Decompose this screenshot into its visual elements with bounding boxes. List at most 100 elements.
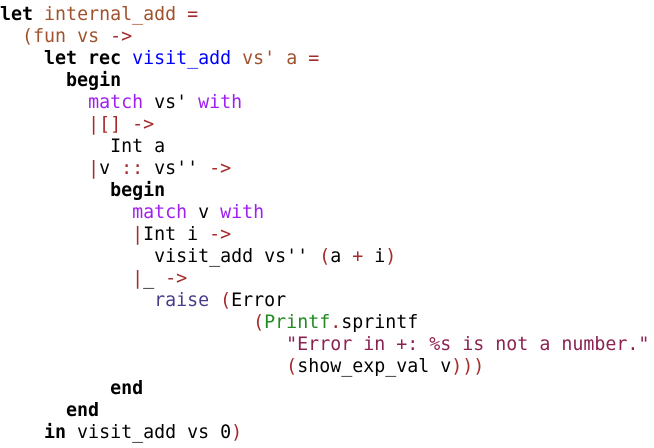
code-token: "Error in +: %s is not a number." <box>286 334 650 355</box>
code-token: -> <box>110 26 133 47</box>
code-token: end <box>110 378 144 399</box>
code-token: Printf <box>264 312 331 333</box>
code-token: -> <box>209 224 232 245</box>
code-line: begin <box>0 70 121 92</box>
code-token: vs' <box>143 92 199 113</box>
code-token: visit_add vs'' <box>154 246 320 267</box>
code-token: + <box>352 246 364 267</box>
code-token: = <box>187 4 199 25</box>
code-token: Int a <box>110 136 166 157</box>
code-token: :: <box>121 158 144 179</box>
code-line: |_ -> <box>0 268 187 290</box>
code-token: in <box>44 422 67 443</box>
code-token: match <box>88 92 144 113</box>
code-token: begin <box>110 180 166 201</box>
code-line: (fun vs -> <box>0 26 132 48</box>
code-token: vs <box>77 26 100 47</box>
code-token: vs' <box>242 48 276 69</box>
code-token: . <box>330 312 342 333</box>
code-token: ))) <box>451 356 485 377</box>
code-token: ( <box>286 356 298 377</box>
code-line: |v :: vs'' -> <box>0 158 231 180</box>
code-token: ( <box>253 312 265 333</box>
code-token: ) <box>231 422 243 443</box>
code-token: Error <box>231 290 287 311</box>
code-line: "Error in +: %s is not a number." <box>0 334 649 356</box>
code-token: v <box>187 202 221 223</box>
code-line: let internal_add = <box>0 4 198 26</box>
code-line: end <box>0 400 99 422</box>
code-token: | <box>88 158 100 179</box>
code-token: v <box>99 158 122 179</box>
code-token: ) <box>385 246 397 267</box>
code-token: a <box>286 48 298 69</box>
code-token: begin <box>66 70 122 91</box>
code-token: (fun <box>22 26 67 47</box>
code-line: let rec visit_add vs' a = <box>0 48 319 70</box>
code-token: with <box>198 92 243 113</box>
code-token: -> <box>165 268 188 289</box>
code-token: match <box>132 202 188 223</box>
code-token: ( <box>319 246 331 267</box>
code-line: |Int i -> <box>0 224 231 246</box>
code-token: | <box>132 268 144 289</box>
code-token: vs'' <box>143 158 210 179</box>
code-token: with <box>220 202 265 223</box>
code-line: Int a <box>0 136 165 158</box>
code-line: raise (Error <box>0 290 286 312</box>
code-token: internal_add <box>44 4 177 25</box>
code-line: |[] -> <box>0 114 154 136</box>
code-token: -> <box>209 158 232 179</box>
code-editor[interactable]: let internal_add = (fun vs -> let rec vi… <box>0 0 654 448</box>
code-token: a <box>330 246 353 267</box>
code-token: | <box>132 224 144 245</box>
code-token: let <box>0 4 34 25</box>
code-token: sprintf <box>341 312 419 333</box>
code-line: end <box>0 378 143 400</box>
code-line: visit_add vs'' (a + i) <box>0 246 396 268</box>
code-token: show_exp_val v <box>297 356 452 377</box>
code-line: (show_exp_val v))) <box>0 356 484 378</box>
code-line: in visit_add vs 0) <box>0 422 242 444</box>
code-token: = <box>308 48 320 69</box>
code-token: visit_add <box>132 48 232 69</box>
code-line: match v with <box>0 202 264 224</box>
code-token: i <box>363 246 386 267</box>
code-token: let rec <box>44 48 122 69</box>
code-token: visit_add vs 0 <box>66 422 232 443</box>
code-line: begin <box>0 180 165 202</box>
code-token: raise <box>154 290 210 311</box>
code-token: Int i <box>143 224 210 245</box>
code-line: (Printf.sprintf <box>0 312 418 334</box>
code-token: end <box>66 400 100 421</box>
code-token: |[] -> <box>88 114 155 135</box>
